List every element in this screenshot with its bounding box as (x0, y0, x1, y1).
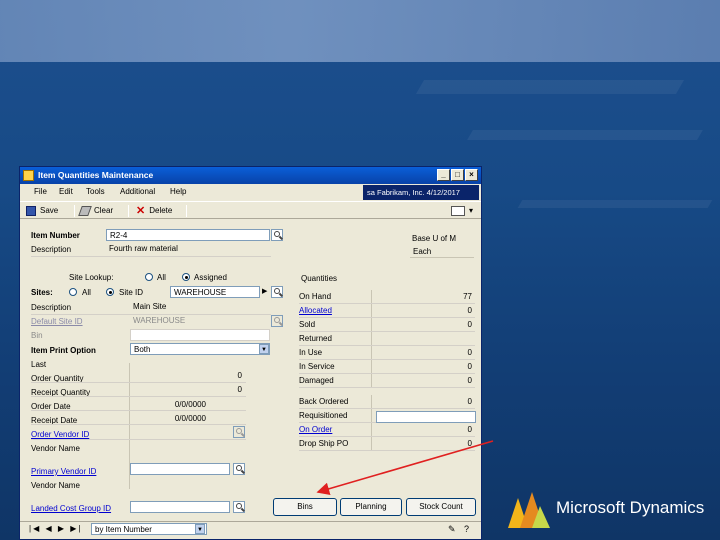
annotation-arrow (316, 440, 494, 496)
microsoft-dynamics-logo: Microsoft Dynamics (506, 486, 716, 534)
brand-text: Microsoft Dynamics (556, 498, 705, 517)
dynamics-logo-icon (508, 492, 550, 528)
